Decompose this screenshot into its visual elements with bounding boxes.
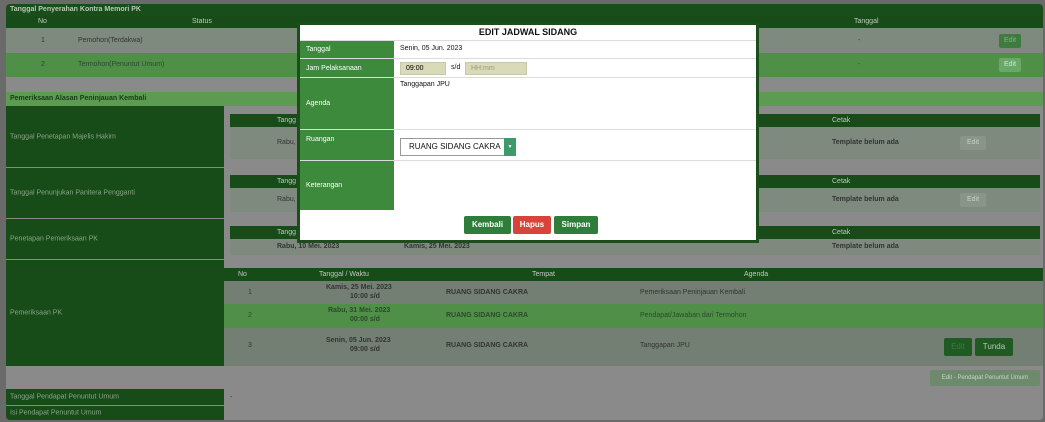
- pemeriksaan-row-2-agenda: Pendapat/Jawaban dari Termohon: [640, 312, 747, 319]
- edit-pendapat-button[interactable]: Edit - Pendapat Penuntut Umum: [930, 370, 1040, 386]
- label-tanggal: Tanggal: [300, 41, 394, 58]
- panitera-cetak-value: Template belum ada: [832, 196, 899, 203]
- pemeriksaan-row-1: 1 Kamis, 25 Mei. 2023 10:00 s/d RUANG SI…: [224, 281, 1043, 304]
- s1-row-2-edit-button[interactable]: Edit: [999, 58, 1021, 72]
- pendapat-value: -: [230, 394, 233, 401]
- pemeriksaan-row-3-agenda: Tanggapan JPU: [640, 342, 690, 349]
- penetapan-value-1: Rabu, 10 Mei. 2023: [277, 243, 340, 250]
- pemeriksaan-row-1-no: 1: [248, 289, 252, 296]
- kembali-button[interactable]: Kembali: [464, 216, 511, 234]
- pemeriksaan-row-2-no: 2: [248, 312, 252, 319]
- label-jam: Jam Pelaksanaan: [300, 59, 394, 77]
- pemeriksaan-header-agenda: Agenda: [744, 271, 769, 278]
- pemeriksaan-row-1-date: Kamis, 25 Mei. 2023: [326, 284, 392, 291]
- pemeriksaan-row-3-edit-button[interactable]: Edit: [944, 338, 972, 356]
- pemeriksaan-row-1-tempat: RUANG SIDANG CAKRA: [446, 289, 529, 296]
- majelis-cetak-value: Template belum ada: [832, 139, 899, 146]
- pemeriksaan-row-2: 2 Rabu, 31 Mei. 2023 00:00 s/d RUANG SID…: [224, 304, 1043, 328]
- row-ruangan: Ruangan RUANG SIDANG CAKRA ▾: [300, 129, 756, 160]
- label-agenda: Agenda: [300, 78, 394, 129]
- pemeriksaan-row-3-tempat: RUANG SIDANG CAKRA: [446, 342, 529, 349]
- label-panitera: Tanggal Penunjukan Panitera Pengganti: [10, 189, 135, 197]
- pemeriksaan-row-2-date: Rabu, 31 Mei. 2023: [328, 307, 391, 314]
- pemeriksaan-row-3-tunda-button[interactable]: Tunda: [975, 338, 1013, 356]
- label-keterangan: Keterangan: [300, 161, 394, 210]
- ruangan-select-value: RUANG SIDANG CAKRA: [409, 142, 501, 151]
- simpan-button[interactable]: Simpan: [554, 216, 598, 234]
- label-pendapat-container: Tanggal Pendapat Penuntut Umum: [6, 389, 224, 405]
- label-pemeriksaan-container: Pemeriksaan PK: [6, 260, 224, 366]
- label-pemeriksaan: Pemeriksaan PK: [10, 309, 63, 317]
- hapus-button[interactable]: Hapus: [513, 216, 551, 234]
- section-title-kontra-memori: Tanggal Penyerahan Kontra Memori PK: [6, 4, 1043, 16]
- panitera-header-cetak: Cetak: [832, 178, 851, 185]
- s1-row-1-status: Pemohon(Terdakwa): [78, 37, 143, 44]
- label-majelis: Tanggal Penetapan Majelis Hakim: [10, 133, 116, 140]
- pemeriksaan-row-1-agenda: Pemeriksaan Peninjauan Kembali: [640, 289, 746, 296]
- penetapan-header-cetak: Cetak: [832, 229, 851, 236]
- label-pendapat: Tanggal Pendapat Penuntut Umum: [10, 393, 119, 401]
- pemeriksaan-row-3-time: 09:00 s/d: [350, 346, 380, 353]
- select-arrow-icon[interactable]: ▾: [504, 138, 516, 156]
- pemeriksaan-header: No Tanggal / Waktu Tempat Agenda: [224, 268, 1043, 281]
- s1-header-tanggal: Tanggal: [854, 18, 879, 25]
- pemeriksaan-header-tempat: Tempat: [532, 271, 555, 278]
- pemeriksaan-row-2-time: 00:00 s/d: [350, 316, 380, 323]
- ruangan-select[interactable]: RUANG SIDANG CAKRA ▾: [400, 138, 516, 156]
- page-frame: Tanggal Penyerahan Kontra Memori PK No S…: [6, 4, 1043, 420]
- modal-title: EDIT JADWAL SIDANG: [478, 27, 578, 37]
- majelis-value: Rabu,: [277, 139, 296, 146]
- s1-header-status: Status: [192, 18, 212, 25]
- penetapan-value-2: Kamis, 25 Mei. 2023: [404, 243, 470, 250]
- pemeriksaan-row-3-date: Senin, 05 Jun. 2023: [326, 337, 391, 344]
- label-panitera-container: Tanggal Penunjukan Panitera Pengganti: [6, 168, 224, 218]
- majelis-edit-button[interactable]: Edit: [960, 136, 986, 150]
- pemeriksaan-header-no: No: [238, 271, 247, 278]
- panitera-header-date: Tangg: [277, 178, 297, 185]
- label-ruangan: Ruangan: [300, 130, 394, 160]
- pemeriksaan-row-3: 3 Senin, 05 Jun. 2023 09:00 s/d RUANG SI…: [224, 328, 1043, 366]
- pemeriksaan-row-3-no: 3: [248, 342, 252, 349]
- row-keterangan: Keterangan: [300, 160, 756, 210]
- s1-row-1-no: 1: [41, 37, 45, 44]
- row-agenda: Agenda Tanggapan JPU: [300, 77, 756, 129]
- row-tanggal: Tanggal Senin, 05 Jun. 2023: [300, 40, 756, 58]
- majelis-header-date: Tangg: [277, 117, 297, 124]
- pemeriksaan-header-tanggal: Tanggal / Waktu: [319, 271, 369, 278]
- jam-start-input[interactable]: 09:00: [400, 62, 446, 75]
- majelis-header-cetak: Cetak: [832, 117, 851, 124]
- panitera-edit-button[interactable]: Edit: [960, 193, 986, 207]
- tanggal-value: Senin, 05 Jun. 2023: [400, 45, 463, 52]
- jam-separator: s/d: [451, 64, 461, 71]
- panitera-value: Rabu,: [277, 196, 296, 203]
- penetapan-header-date: Tangg: [277, 229, 297, 236]
- section-title-pemeriksaan: Pemeriksaan Alasan Peninjauan Kembali: [10, 95, 147, 102]
- agenda-textarea[interactable]: Tanggapan JPU: [400, 81, 450, 88]
- label-majelis-container: Tanggal Penetapan Majelis Hakim: [6, 106, 224, 167]
- keterangan-textarea[interactable]: [400, 164, 740, 208]
- label-isi: Isi Pendapat Penuntut Umum: [10, 409, 102, 417]
- s1-row-1-edit-button[interactable]: Edit: [999, 34, 1021, 48]
- pemeriksaan-row-1-time: 10:00 s/d: [350, 293, 380, 300]
- pemeriksaan-row-2-tempat: RUANG SIDANG CAKRA: [446, 312, 529, 319]
- penetapan-cetak-value: Template belum ada: [832, 243, 899, 250]
- label-isi-container: Isi Pendapat Penuntut Umum: [6, 406, 224, 420]
- label-penetapan-container: Penetapan Pemeriksaan PK: [6, 219, 224, 259]
- s1-row-2-tanggal: -: [858, 61, 861, 68]
- label-penetapan: Penetapan Pemeriksaan PK: [10, 235, 98, 243]
- s1-row-2-status: Termohon(Penuntut Umum): [78, 61, 165, 68]
- edit-jadwal-modal: EDIT JADWAL SIDANG Tanggal Senin, 05 Jun…: [297, 22, 759, 243]
- row-jam: Jam Pelaksanaan 09:00 s/d HH:mm: [300, 58, 756, 77]
- s1-header-no: No: [38, 18, 47, 25]
- jam-end-input[interactable]: HH:mm: [465, 62, 527, 75]
- s1-row-2-no: 2: [41, 61, 45, 68]
- s1-row-1-tanggal: -: [858, 37, 861, 44]
